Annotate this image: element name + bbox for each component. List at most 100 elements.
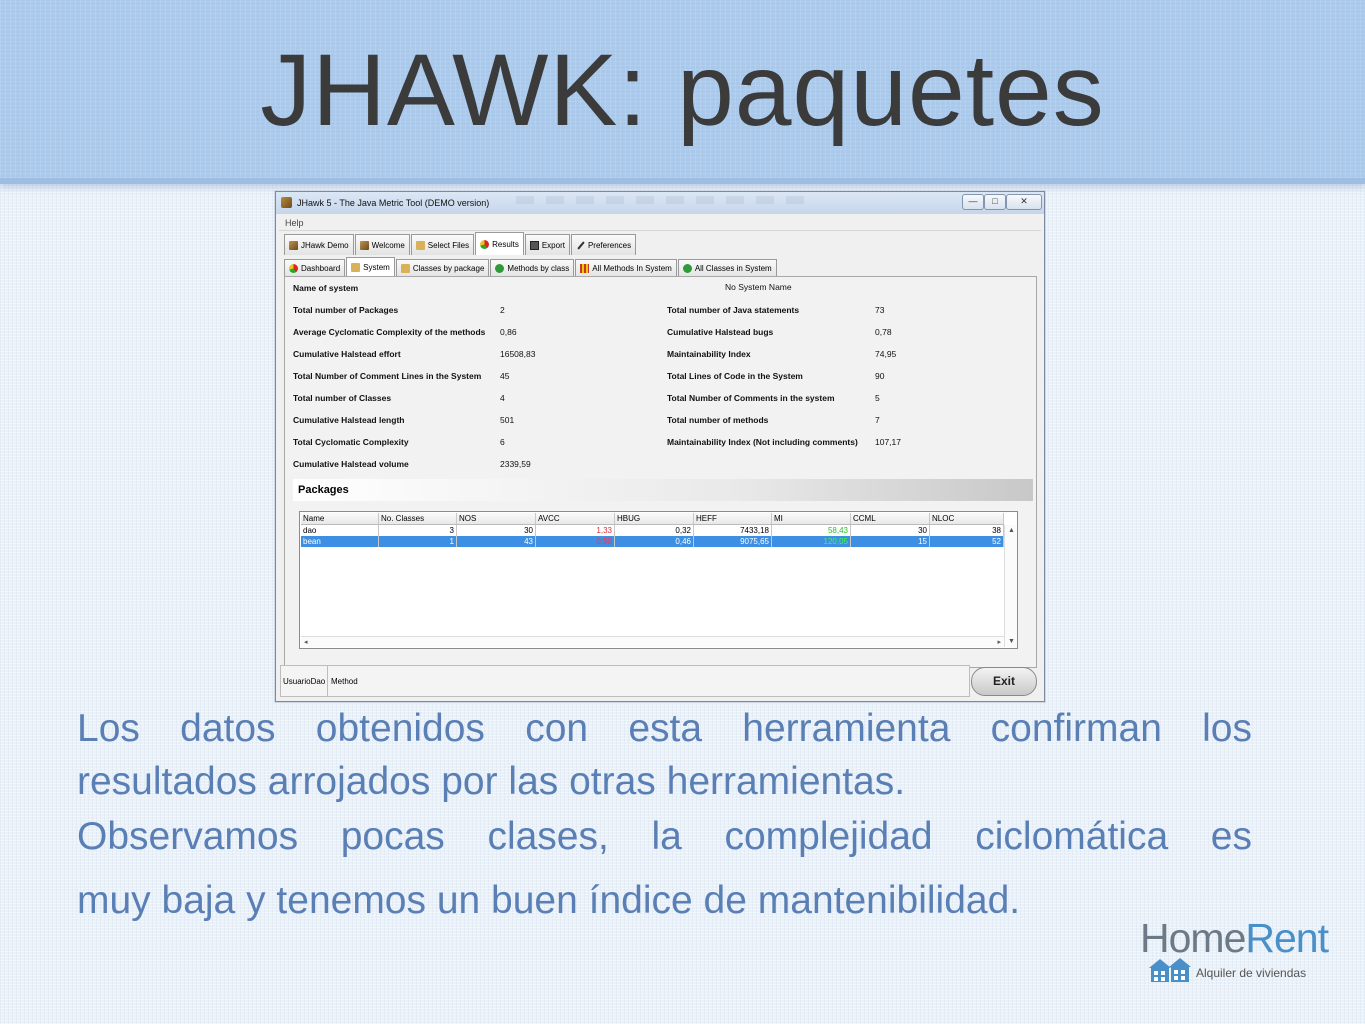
metric-value: 45 <box>500 371 510 381</box>
minimize-button[interactable]: — <box>962 194 984 210</box>
metric-label: Total Number of Comment Lines in the Sys… <box>293 371 482 381</box>
tab-dashboard[interactable]: Dashboard <box>284 259 346 277</box>
tab-label: Welcome <box>371 240 405 250</box>
scroll-up-icon[interactable]: ▲ <box>1008 527 1015 534</box>
status-class-name: UsuarioDao <box>283 677 326 686</box>
tab-all-classes-in-system[interactable]: All Classes in System <box>677 259 777 277</box>
paragraph-line: resultados arrojados por las otras herra… <box>77 760 906 803</box>
table-cell: 30 <box>457 525 536 536</box>
tab-all-methods-in-system[interactable]: All Methods In System <box>575 259 677 277</box>
metric-value: 6 <box>500 437 505 447</box>
metric-value: 73 <box>875 305 885 315</box>
method-icon <box>682 264 692 273</box>
table-cell: 15 <box>851 536 930 547</box>
menubar: Help <box>279 216 1041 231</box>
tab-methods-by-class[interactable]: Methods by class <box>490 259 575 277</box>
folder-icon <box>351 263 361 272</box>
vertical-scrollbar[interactable]: ▲ ▼ <box>1004 525 1017 647</box>
tab-label: Methods by class <box>507 264 570 273</box>
column-header[interactable]: HEFF <box>694 513 772 524</box>
folder-icon <box>400 264 410 273</box>
table-cell: 3 <box>379 525 457 536</box>
metric-label: Maintainability Index <box>667 349 751 359</box>
grid-icon <box>580 264 590 273</box>
metric-label: Maintainability Index (Not including com… <box>667 437 858 447</box>
titlebar-background-artifact <box>516 196 816 204</box>
tab-export[interactable]: Export <box>524 234 570 255</box>
tab-preferences[interactable]: Preferences <box>570 234 637 255</box>
tab-results[interactable]: Results <box>475 232 524 255</box>
scroll-right-icon[interactable]: ▸ <box>997 638 1001 646</box>
jhawk-app-icon <box>281 197 292 208</box>
slide-title: JHAWK: paquetes <box>260 33 1105 147</box>
table-cell: 58,43 <box>772 525 851 536</box>
pie-chart-icon <box>289 264 298 273</box>
paragraph-line: muy baja y tenemos un buen índice de man… <box>77 879 1021 922</box>
table-header-row: Name No. Classes NOS AVCC HBUG HEFF MI C… <box>301 513 1004 525</box>
tab-label: Select Files <box>427 240 470 250</box>
method-icon <box>495 264 505 273</box>
metric-value: 2 <box>500 305 505 315</box>
table-cell: 0,46 <box>615 536 694 547</box>
metric-value: 90 <box>875 371 885 381</box>
table-cell: dao <box>301 525 379 536</box>
scroll-left-icon[interactable]: ◂ <box>304 638 308 646</box>
metric-label: Cumulative Halstead bugs <box>667 327 774 337</box>
metric-value: 4 <box>500 393 505 403</box>
column-header[interactable]: No. Classes <box>379 513 457 524</box>
packages-header: Packages <box>293 479 1033 501</box>
pie-chart-icon <box>480 239 490 249</box>
results-subtabs: Dashboard System Classes by package Meth… <box>284 257 778 277</box>
paragraph-line: Los datos obtenidos con esta herramienta… <box>77 707 1252 750</box>
metric-label: Total number of Java statements <box>667 305 800 315</box>
column-header[interactable]: CCML <box>851 513 930 524</box>
houses-icon <box>1149 958 1191 982</box>
tab-classes-by-package[interactable]: Classes by package <box>395 259 490 277</box>
tab-label: System <box>363 263 390 272</box>
wrench-icon <box>576 241 585 250</box>
exit-button[interactable]: Exit <box>971 667 1037 696</box>
table-cell: 0,32 <box>615 525 694 536</box>
table-cell: 43 <box>457 536 536 547</box>
scroll-down-icon[interactable]: ▼ <box>1008 638 1015 645</box>
tab-label: JHawk Demo <box>301 240 349 250</box>
table-cell: 38 <box>930 525 1004 536</box>
close-button[interactable]: ✕ <box>1006 194 1042 210</box>
column-header[interactable]: HBUG <box>615 513 694 524</box>
metric-label: Cumulative Halstead volume <box>293 459 409 469</box>
column-header[interactable]: AVCC <box>536 513 615 524</box>
column-header[interactable]: MI <box>772 513 851 524</box>
menu-help[interactable]: Help <box>285 218 304 228</box>
window-titlebar[interactable]: JHawk 5 - The Java Metric Tool (DEMO ver… <box>276 192 1044 214</box>
packages-title: Packages <box>298 484 349 496</box>
system-panel: Name of system No System Name Total numb… <box>284 276 1037 668</box>
column-header[interactable]: NLOC <box>930 513 1004 524</box>
jhawk-window: JHawk 5 - The Java Metric Tool (DEMO ver… <box>275 191 1045 702</box>
tab-select-files[interactable]: Select Files <box>410 234 475 255</box>
tab-welcome[interactable]: Welcome <box>354 234 410 255</box>
status-bar: UsuarioDao Method <box>280 665 970 697</box>
horizontal-scrollbar[interactable]: ◂ ▸ <box>301 636 1004 647</box>
tab-label: All Methods In System <box>592 264 672 273</box>
tab-label: Preferences <box>587 240 632 250</box>
column-header[interactable]: NOS <box>457 513 536 524</box>
save-icon <box>529 240 539 250</box>
window-title: JHawk 5 - The Java Metric Tool (DEMO ver… <box>297 198 490 208</box>
metric-label: Total Cyclomatic Complexity <box>293 437 409 447</box>
table-row[interactable]: dao 3 30 1,33 0,32 7433,18 58,43 30 38 <box>301 525 1004 536</box>
table-row-selected[interactable]: bean 1 43 0,50 0,46 9075,65 120,05 15 52 <box>301 536 1004 547</box>
metric-value: 107,17 <box>875 437 901 447</box>
column-header[interactable]: Name <box>301 513 379 524</box>
paragraph-line: Observamos pocas clases, la complejidad … <box>77 815 1252 858</box>
status-divider <box>327 666 328 696</box>
table-cell: 1 <box>379 536 457 547</box>
metric-label: Total number of Classes <box>293 393 392 403</box>
tab-label: Export <box>541 240 565 250</box>
tab-label: Dashboard <box>301 264 341 273</box>
main-tabs: JHawk Demo Welcome Select Files Results … <box>284 232 637 255</box>
tab-system[interactable]: System <box>346 257 395 277</box>
metric-value: 501 <box>500 415 515 425</box>
tab-label: Results <box>492 239 519 249</box>
tab-jhawk-demo[interactable]: JHawk Demo <box>284 234 354 255</box>
maximize-button[interactable]: □ <box>984 194 1006 210</box>
